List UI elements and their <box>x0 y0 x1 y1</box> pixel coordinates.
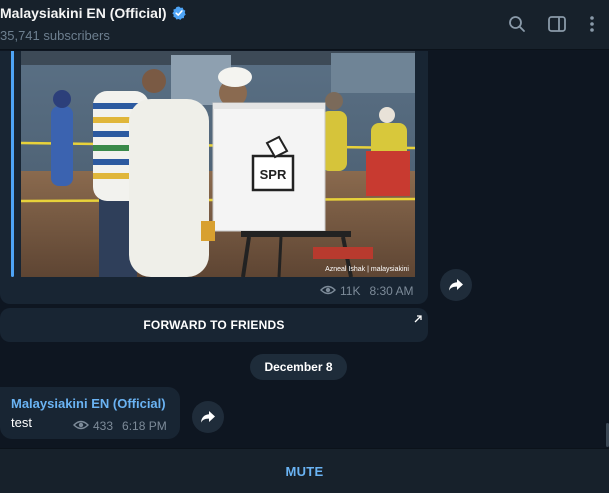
share-arrow-icon <box>201 411 215 423</box>
forward-to-friends-label: FORWARD TO FRIENDS <box>143 318 285 332</box>
photo-message-meta: 11K 8:30 AM <box>320 284 414 298</box>
text-message-time: 6:18 PM <box>122 419 167 433</box>
text-message: Malaysiakini EN (Official) test 433 6:18… <box>0 387 180 439</box>
bottom-bar: MUTE <box>0 448 609 493</box>
date-separator-label: December 8 <box>264 360 333 374</box>
photo-credit: Azneal Ishak | malaysiakini <box>325 266 409 273</box>
subscriber-count: 35,741 subscribers <box>0 28 110 43</box>
external-link-arrow-icon <box>414 312 422 326</box>
channel-title: Malaysiakini EN (Official) <box>0 5 167 21</box>
share-button[interactable] <box>192 401 224 433</box>
mute-button[interactable]: MUTE <box>285 464 323 479</box>
text-message-meta: 433 6:18 PM <box>73 419 167 433</box>
forward-to-friends-button[interactable]: FORWARD TO FRIENDS <box>0 308 428 342</box>
booth-spr-label: SPR <box>260 167 287 182</box>
chat-header: Malaysiakini EN (Official) 35,741 subscr… <box>0 0 609 50</box>
photo-view-count: 11K <box>340 284 361 298</box>
share-button[interactable] <box>440 269 472 301</box>
verified-badge-icon <box>171 6 186 20</box>
views-eye-icon <box>320 284 336 298</box>
message-list[interactable]: SPR Azneal Ishak | malaysiakini 11K 8:30… <box>0 51 609 448</box>
photo-message-time: 8:30 AM <box>369 284 414 298</box>
message-photo[interactable]: SPR Azneal Ishak | malaysiakini <box>21 51 415 277</box>
text-view-count: 433 <box>93 419 114 433</box>
message-text: test <box>11 415 32 430</box>
search-icon[interactable] <box>507 14 527 34</box>
quote-accent-bar <box>11 51 14 277</box>
photo-message: SPR Azneal Ishak | malaysiakini 11K 8:30… <box>0 51 428 304</box>
sidebar-toggle-icon[interactable] <box>547 14 567 34</box>
date-separator: December 8 <box>250 354 347 380</box>
more-vertical-icon[interactable] <box>582 14 602 34</box>
channel-title-row[interactable]: Malaysiakini EN (Official) <box>0 5 186 21</box>
views-eye-icon <box>73 419 89 433</box>
message-author[interactable]: Malaysiakini EN (Official) <box>11 396 166 411</box>
share-arrow-icon <box>449 279 463 291</box>
